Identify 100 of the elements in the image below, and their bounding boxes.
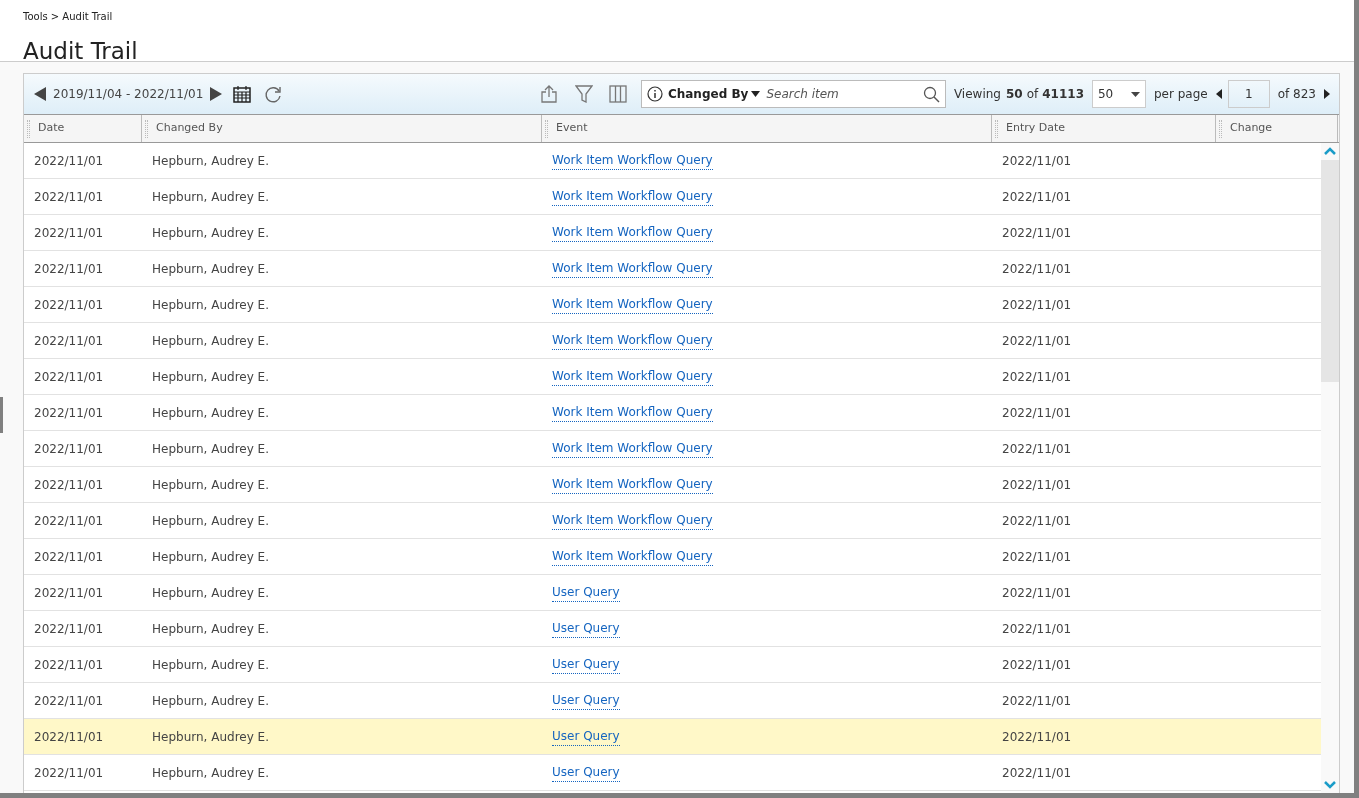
event-link[interactable]: User Query bbox=[552, 583, 620, 602]
table-cell: Hepburn, Audrey E. bbox=[152, 621, 269, 636]
table-cell: 2022/11/01 bbox=[34, 441, 104, 456]
per-page-label: per page bbox=[1154, 86, 1208, 103]
table-cell: Hepburn, Audrey E. bbox=[152, 405, 269, 420]
table-cell: 2022/11/01 bbox=[1002, 477, 1072, 492]
export-icon[interactable] bbox=[538, 84, 559, 104]
previous-page-icon[interactable] bbox=[1215, 89, 1222, 99]
edge-marker bbox=[0, 397, 3, 433]
columns-icon[interactable] bbox=[608, 85, 627, 103]
table-cell: 2022/11/01 bbox=[34, 477, 104, 492]
column-header[interactable]: Changed By bbox=[142, 115, 542, 142]
event-link[interactable]: User Query bbox=[552, 655, 620, 674]
table-cell: 2022/11/01 bbox=[34, 261, 104, 276]
table-cell: Hepburn, Audrey E. bbox=[152, 297, 269, 312]
table-cell: Hepburn, Audrey E. bbox=[152, 549, 269, 564]
table-cell: 2022/11/01 bbox=[34, 693, 104, 708]
table-cell: Hepburn, Audrey E. bbox=[152, 657, 269, 672]
table-cell: 2022/11/01 bbox=[34, 405, 104, 420]
table-cell: 2022/11/01 bbox=[34, 765, 104, 780]
breadcrumb[interactable]: Tools > Audit Trail bbox=[23, 11, 113, 22]
table-cell: Hepburn, Audrey E. bbox=[152, 477, 269, 492]
page-size-dropdown[interactable]: 50 bbox=[1092, 80, 1146, 108]
scroll-down-icon[interactable] bbox=[1324, 781, 1336, 789]
search-icon[interactable] bbox=[922, 85, 940, 103]
table-cell: 2022/11/01 bbox=[34, 729, 104, 744]
table-cell: Hepburn, Audrey E. bbox=[152, 261, 269, 276]
caret-icon bbox=[751, 91, 761, 97]
event-link[interactable]: Work Item Workflow Query bbox=[552, 439, 713, 458]
table-cell: 2022/11/01 bbox=[1002, 189, 1072, 204]
next-page-icon[interactable] bbox=[1324, 89, 1330, 99]
search-box[interactable]: Changed By Search item bbox=[640, 80, 946, 108]
viewing-total: 41113 bbox=[1042, 86, 1084, 103]
event-link[interactable]: Work Item Workflow Query bbox=[552, 295, 713, 314]
table-cell: 2022/11/01 bbox=[34, 585, 104, 600]
table-cell: 2022/11/01 bbox=[1002, 225, 1072, 240]
column-header[interactable]: Entry Date bbox=[992, 115, 1216, 142]
viewing-count: 50 bbox=[1005, 86, 1023, 103]
table-cell: Hepburn, Audrey E. bbox=[152, 441, 269, 456]
next-icon[interactable] bbox=[209, 86, 224, 102]
event-link[interactable]: Work Item Workflow Query bbox=[552, 547, 713, 566]
column-header[interactable]: Date bbox=[24, 115, 142, 142]
scrollbar-thumb[interactable] bbox=[1321, 160, 1339, 382]
page-title: Audit Trail bbox=[23, 37, 139, 65]
table-cell: Hepburn, Audrey E. bbox=[152, 765, 269, 780]
filter-icon[interactable] bbox=[574, 85, 593, 103]
event-link[interactable]: Work Item Workflow Query bbox=[552, 223, 713, 242]
table-cell: 2022/11/01 bbox=[34, 549, 104, 564]
event-link[interactable]: Work Item Workflow Query bbox=[552, 187, 713, 206]
table-cell: 2022/11/01 bbox=[34, 225, 104, 240]
table-cell: 2022/11/01 bbox=[1002, 621, 1072, 636]
caret-icon bbox=[1131, 91, 1140, 97]
event-link[interactable]: Work Item Workflow Query bbox=[552, 475, 713, 494]
table-cell: Hepburn, Audrey E. bbox=[152, 333, 269, 348]
search-input[interactable]: Search item bbox=[766, 85, 923, 103]
table-cell: 2022/11/01 bbox=[1002, 333, 1072, 348]
viewing-label: Viewing bbox=[953, 86, 1001, 103]
event-link[interactable]: Work Item Workflow Query bbox=[552, 403, 713, 422]
table-cell: 2022/11/01 bbox=[1002, 153, 1072, 168]
column-header[interactable]: Event bbox=[542, 115, 992, 142]
event-link[interactable]: Work Item Workflow Query bbox=[552, 511, 713, 530]
table-row[interactable]: 2022/11/01 Hepburn, Audrey E. User Query 2022/11/01 bbox=[24, 719, 1321, 755]
table-cell: 2022/11/01 bbox=[1002, 513, 1072, 528]
scrollbar[interactable] bbox=[1321, 143, 1339, 793]
table-cell: Hepburn, Audrey E. bbox=[152, 153, 269, 168]
table-cell: 2022/11/01 bbox=[34, 153, 104, 168]
page-count: of 823 bbox=[1277, 86, 1316, 103]
search-field-dropdown[interactable]: Changed By bbox=[667, 85, 761, 103]
calendar-icon[interactable] bbox=[233, 85, 252, 103]
table-cell: Hepburn, Audrey E. bbox=[152, 225, 269, 240]
table-cell: 2022/11/01 bbox=[1002, 729, 1072, 744]
table-cell: Hepburn, Audrey E. bbox=[152, 189, 269, 204]
table-cell: 2022/11/01 bbox=[1002, 549, 1072, 564]
event-link[interactable]: Work Item Workflow Query bbox=[552, 367, 713, 386]
table-cell: 2022/11/01 bbox=[1002, 441, 1072, 456]
scroll-up-icon[interactable] bbox=[1324, 147, 1336, 155]
event-link[interactable]: User Query bbox=[552, 691, 620, 710]
table-cell: Hepburn, Audrey E. bbox=[152, 369, 269, 384]
viewing-of: of bbox=[1026, 86, 1039, 103]
table-cell: 2022/11/01 bbox=[1002, 693, 1072, 708]
table-cell: 2022/11/01 bbox=[34, 369, 104, 384]
table-cell: 2022/11/01 bbox=[34, 657, 104, 672]
event-link[interactable]: Work Item Workflow Query bbox=[552, 259, 713, 278]
table-cell: 2022/11/01 bbox=[34, 513, 104, 528]
page-input[interactable]: 1 bbox=[1227, 80, 1270, 108]
table-cell: 2022/11/01 bbox=[34, 297, 104, 312]
event-link[interactable]: Work Item Workflow Query bbox=[552, 151, 713, 170]
table-cell: 2022/11/01 bbox=[1002, 369, 1072, 384]
previous-icon[interactable] bbox=[33, 86, 47, 102]
table-cell: Hepburn, Audrey E. bbox=[152, 513, 269, 528]
column-header[interactable]: Change bbox=[1216, 115, 1338, 142]
table-cell: 2022/11/01 bbox=[1002, 405, 1072, 420]
table-cell: Hepburn, Audrey E. bbox=[152, 585, 269, 600]
event-link[interactable]: User Query bbox=[552, 727, 620, 746]
refresh-icon[interactable] bbox=[263, 84, 284, 104]
event-link[interactable]: Work Item Workflow Query bbox=[552, 331, 713, 350]
event-link[interactable]: User Query bbox=[552, 763, 620, 782]
table-cell: 2022/11/01 bbox=[34, 333, 104, 348]
event-link[interactable]: User Query bbox=[552, 619, 620, 638]
table-cell: Hepburn, Audrey E. bbox=[152, 729, 269, 744]
